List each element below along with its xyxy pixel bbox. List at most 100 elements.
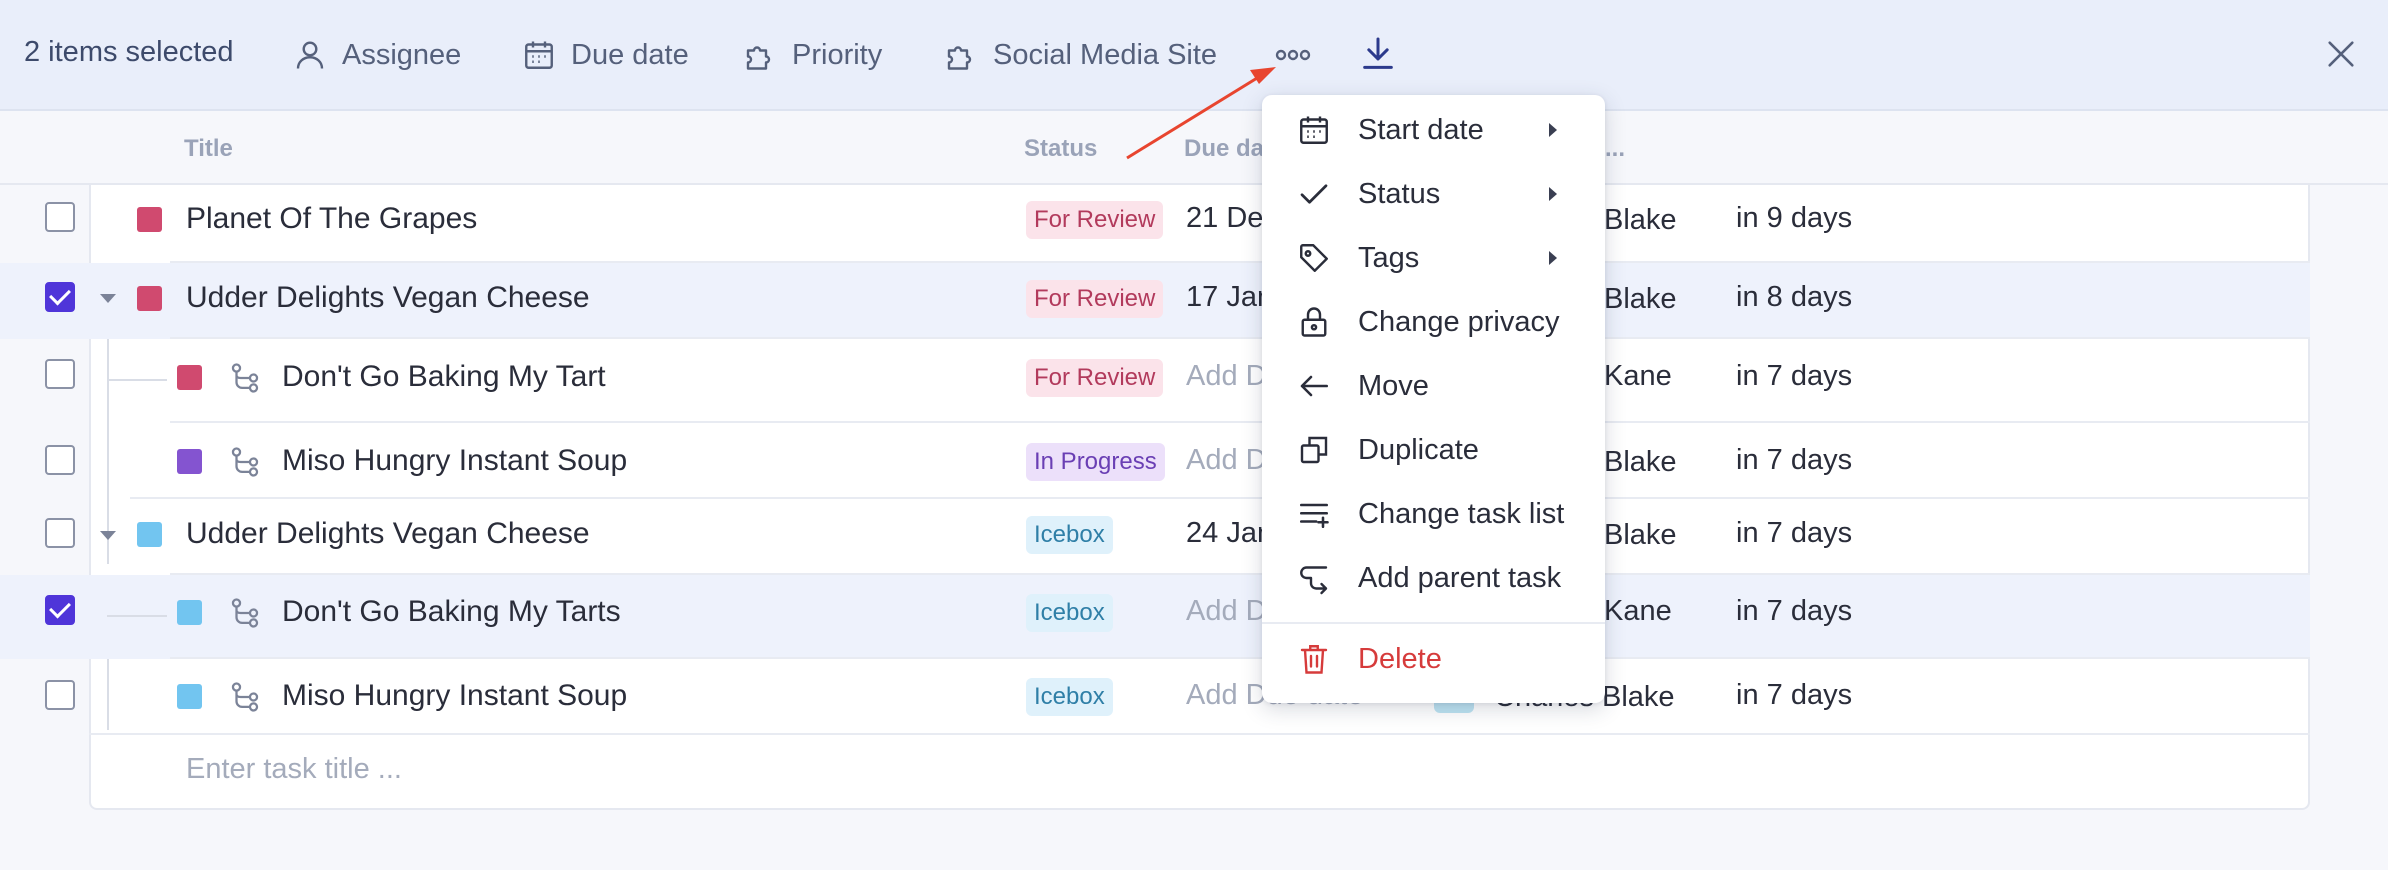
assignee-name[interactable]: Blake — [1604, 519, 1677, 552]
download-icon[interactable] — [1358, 34, 1398, 74]
table-row[interactable]: Udder Delights Vegan Cheese For Review 1… — [0, 263, 2388, 339]
status-badge[interactable]: For Review — [1026, 280, 1164, 318]
menu-item-label: Move — [1358, 369, 1429, 402]
priority-button[interactable]: Priority — [742, 30, 882, 80]
trash-icon — [1300, 645, 1328, 674]
table-row[interactable]: Planet Of The Grapes For Review 21 De Bl… — [0, 185, 2388, 263]
menu-item-label: Start date — [1358, 113, 1484, 146]
task-title[interactable]: Miso Hungry Instant Soup — [282, 679, 627, 713]
menu-item-change-privacy[interactable]: Change privacy — [1262, 292, 1605, 352]
table-row[interactable]: Don't Go Baking My Tart For Review Add D… — [0, 339, 2388, 423]
arrow-left-icon — [1300, 375, 1329, 397]
new-task-input[interactable]: Enter task title ... — [186, 753, 402, 786]
menu-item-label: Status — [1358, 177, 1441, 210]
table-header: Title Status Due da ... — [0, 113, 2388, 185]
row-checkbox[interactable] — [45, 445, 75, 475]
row-checkbox[interactable] — [45, 595, 75, 625]
submenu-arrow-icon — [1549, 187, 1557, 201]
menu-item-label: Change privacy — [1358, 305, 1560, 338]
menu-item-start-date[interactable]: Start date — [1262, 100, 1605, 160]
due-date[interactable]: 21 De — [1186, 202, 1263, 235]
task-title[interactable]: Miso Hungry Instant Soup — [282, 444, 627, 478]
project-color — [137, 286, 162, 311]
menu-item-label: Tags — [1358, 241, 1420, 274]
table-row[interactable]: Udder Delights Vegan Cheese Icebox 24 Ja… — [0, 499, 2388, 575]
menu-item-tags[interactable]: Tags — [1262, 228, 1605, 288]
due-date[interactable]: 24 Jan — [1186, 517, 1273, 550]
project-color — [177, 449, 202, 474]
menu-item-label: Add parent task — [1358, 561, 1562, 594]
relative-date: in 7 days — [1736, 360, 1853, 392]
due-date[interactable]: Add D — [1186, 444, 1267, 477]
submenu-arrow-icon — [1549, 123, 1557, 137]
submenu-arrow-icon — [1549, 251, 1557, 265]
status-badge[interactable]: Icebox — [1026, 516, 1113, 554]
column-due[interactable]: Due da — [1184, 135, 1264, 163]
status-badge[interactable]: For Review — [1026, 201, 1164, 239]
project-color — [177, 684, 202, 709]
puzzle-icon — [746, 46, 771, 70]
relative-date: in 8 days — [1736, 281, 1853, 313]
close-icon[interactable] — [2324, 37, 2358, 71]
project-color — [177, 600, 202, 625]
status-badge[interactable]: In Progress — [1026, 443, 1165, 481]
lock-icon — [1301, 307, 1327, 337]
puzzle-icon — [947, 46, 972, 70]
calendar-icon — [525, 41, 553, 69]
assignee-label: Assignee — [342, 38, 462, 71]
task-title[interactable]: Don't Go Baking My Tarts — [282, 595, 621, 629]
row-checkbox[interactable] — [45, 518, 75, 548]
assignee-name[interactable]: Kane — [1604, 595, 1672, 628]
due-date[interactable]: 17 Jan — [1186, 281, 1273, 314]
menu-item-duplicate[interactable]: Duplicate — [1262, 420, 1605, 480]
due-date[interactable]: Add D — [1186, 595, 1267, 628]
assignee-name[interactable]: Kane — [1604, 360, 1672, 393]
subtask-icon — [231, 447, 259, 477]
due-date-button[interactable]: Due date — [521, 30, 689, 80]
collapse-caret-icon[interactable] — [100, 294, 116, 303]
table-row[interactable]: Miso Hungry Instant Soup Icebox Add Due … — [0, 659, 2388, 735]
table-row[interactable]: Don't Go Baking My Tarts Icebox Add D Ka… — [0, 575, 2388, 659]
assignee-name[interactable]: Blake — [1604, 204, 1677, 237]
menu-divider — [1262, 622, 1605, 624]
task-title[interactable]: Planet Of The Grapes — [186, 202, 477, 236]
due-date-label: Due date — [571, 38, 689, 71]
assignee-name[interactable]: Blake — [1604, 446, 1677, 479]
assignee-button[interactable]: Assignee — [292, 30, 461, 80]
menu-item-label: Change task list — [1358, 497, 1565, 530]
selection-toolbar: 2 items selected Assignee Due date Prior… — [0, 0, 2388, 111]
status-badge[interactable]: Icebox — [1026, 594, 1113, 632]
menu-item-change-task-list[interactable]: Change task list — [1262, 484, 1605, 544]
task-title[interactable]: Udder Delights Vegan Cheese — [186, 517, 590, 551]
column-status[interactable]: Status — [1024, 135, 1097, 163]
social-media-site-button[interactable]: Social Media Site — [943, 30, 1217, 80]
task-title[interactable]: Udder Delights Vegan Cheese — [186, 281, 590, 315]
assignee-name[interactable]: Blake — [1604, 283, 1677, 316]
task-title[interactable]: Don't Go Baking My Tart — [282, 360, 606, 394]
menu-item-move[interactable]: Move — [1262, 356, 1605, 416]
status-badge[interactable]: For Review — [1026, 359, 1164, 397]
menu-item-delete[interactable]: Delete — [1262, 629, 1605, 689]
relative-date: in 7 days — [1736, 679, 1853, 711]
project-color — [137, 522, 162, 547]
subtask-icon — [231, 363, 259, 393]
row-checkbox[interactable] — [45, 202, 75, 232]
relative-date: in 9 days — [1736, 202, 1853, 234]
row-checkbox[interactable] — [45, 282, 75, 312]
column-extra[interactable]: ... — [1605, 135, 1625, 163]
due-date[interactable]: Add D — [1186, 360, 1267, 393]
table-row[interactable]: Miso Hungry Instant Soup In Progress Add… — [0, 423, 2388, 499]
calendar-icon — [1300, 116, 1328, 144]
status-badge[interactable]: Icebox — [1026, 678, 1113, 716]
project-color — [177, 365, 202, 390]
duplicate-icon — [1300, 436, 1328, 464]
row-checkbox[interactable] — [45, 680, 75, 710]
collapse-caret-icon[interactable] — [100, 531, 116, 540]
list-add-icon — [1299, 503, 1329, 529]
more-horizontal-icon[interactable] — [1273, 40, 1313, 70]
menu-item-status[interactable]: Status — [1262, 164, 1605, 224]
menu-item-add-parent-task[interactable]: Add parent task — [1262, 548, 1605, 608]
row-checkbox[interactable] — [45, 359, 75, 389]
column-title[interactable]: Title — [184, 135, 233, 163]
person-icon — [296, 41, 324, 69]
